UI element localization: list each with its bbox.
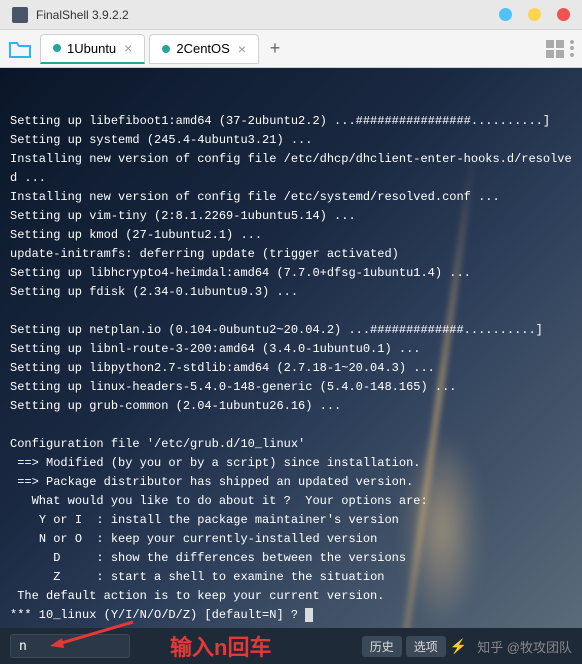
grid-view-icon[interactable] bbox=[546, 40, 564, 58]
tab-label: CentOS bbox=[184, 41, 230, 56]
watermark: 知乎 @牧攻团队 bbox=[477, 637, 572, 656]
add-tab-button[interactable]: + bbox=[263, 37, 287, 61]
app-icon bbox=[12, 7, 28, 23]
status-dot-icon bbox=[53, 44, 61, 52]
terminal-output: Setting up libefiboot1:amd64 (37-2ubuntu… bbox=[10, 112, 572, 625]
tab-index: 1 bbox=[67, 41, 74, 56]
titlebar: FinalShell 3.9.2.2 bbox=[0, 0, 582, 30]
cursor bbox=[305, 608, 313, 622]
tab-close-icon[interactable]: × bbox=[124, 40, 132, 56]
bolt-icon[interactable]: ⚡ bbox=[450, 638, 467, 655]
minimize-button[interactable] bbox=[499, 8, 512, 21]
maximize-button[interactable] bbox=[528, 8, 541, 21]
app-title: FinalShell 3.9.2.2 bbox=[36, 8, 499, 22]
status-dot-icon bbox=[162, 45, 170, 53]
close-button[interactable] bbox=[557, 8, 570, 21]
history-button[interactable]: 历史 bbox=[362, 636, 402, 657]
tab-centos[interactable]: 2 CentOS × bbox=[149, 34, 259, 64]
command-input[interactable] bbox=[10, 634, 130, 658]
window-controls bbox=[499, 8, 570, 21]
tab-label: Ubuntu bbox=[74, 41, 116, 56]
tabbar: 1 Ubuntu × 2 CentOS × + bbox=[0, 30, 582, 68]
tab-ubuntu[interactable]: 1 Ubuntu × bbox=[40, 34, 145, 64]
tab-close-icon[interactable]: × bbox=[238, 41, 246, 57]
folder-icon[interactable] bbox=[8, 39, 32, 59]
annotation-text: 输入n回车 bbox=[170, 630, 271, 662]
tab-index: 2 bbox=[176, 41, 183, 56]
bottombar: 输入n回车 历史 选项 ⚡ 知乎 @牧攻团队 bbox=[0, 628, 582, 664]
terminal[interactable]: Setting up libefiboot1:amd64 (37-2ubuntu… bbox=[0, 68, 582, 628]
options-button[interactable]: 选项 bbox=[406, 636, 446, 657]
menu-icon[interactable] bbox=[570, 40, 574, 58]
